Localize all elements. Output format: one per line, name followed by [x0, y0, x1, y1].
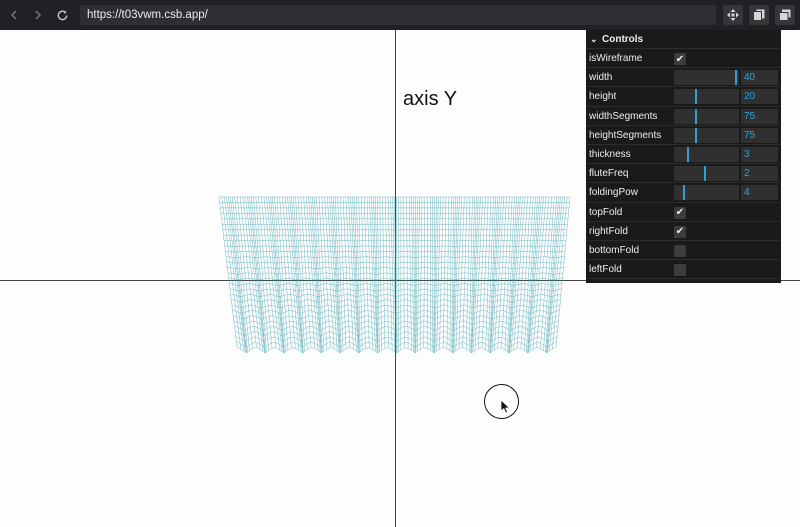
control-label: widthSegments: [589, 110, 658, 122]
slider-handle[interactable]: [694, 108, 697, 124]
open-in-new-window-button[interactable]: [749, 5, 769, 25]
fluteFreq-value-input[interactable]: 2: [741, 166, 778, 182]
widthSegments-value-input[interactable]: 75: [741, 108, 778, 124]
topFold-checkbox[interactable]: ✔: [674, 206, 686, 219]
width-slider[interactable]: [674, 70, 739, 86]
checkmark-icon: ✔: [675, 207, 685, 218]
control-row-thickness: thickness 3: [586, 145, 781, 165]
rightFold-checkbox[interactable]: ✔: [674, 225, 686, 238]
foldingPow-value-input[interactable]: 4: [741, 185, 778, 201]
width-value-input[interactable]: 40: [741, 70, 778, 86]
widthSegments-slider[interactable]: [674, 108, 739, 124]
control-row-width: width 40: [586, 68, 781, 88]
control-label: width: [589, 72, 613, 84]
slider-handle[interactable]: [694, 127, 697, 143]
reload-icon: [57, 9, 67, 20]
height-value-input[interactable]: 20: [741, 89, 778, 105]
bottomFold-checkbox[interactable]: [674, 244, 686, 257]
slider-handle[interactable]: [683, 185, 686, 201]
windows-button[interactable]: [775, 5, 795, 25]
chevron-right-icon: [35, 10, 42, 20]
control-row-rightFold: rightFold ✔: [586, 222, 781, 241]
control-row-widthSegments: widthSegments 75: [586, 107, 781, 126]
mesh-wireframe: [218, 196, 571, 354]
control-label: heightSegments: [589, 129, 662, 141]
slider-handle[interactable]: [704, 166, 707, 182]
control-label: height: [589, 91, 617, 103]
control-label: topFold: [589, 206, 623, 218]
foldingPow-slider[interactable]: [674, 185, 739, 201]
reload-button[interactable]: [52, 5, 72, 25]
control-row-heightSegments: heightSegments 75: [586, 126, 781, 145]
back-button[interactable]: [4, 5, 24, 25]
control-label: foldingPow: [589, 187, 638, 199]
control-row-topFold: topFold ✔: [586, 203, 781, 222]
move-icon: [727, 9, 739, 21]
slider-handle[interactable]: [686, 146, 689, 162]
heightSegments-value-input[interactable]: 75: [741, 127, 778, 143]
slider-handle[interactable]: [694, 89, 697, 105]
control-row-fluteFreq: fluteFreq 2: [586, 164, 781, 184]
control-label: fluteFreq: [589, 168, 629, 180]
leftFold-checkbox[interactable]: [674, 264, 686, 277]
control-row-isWireframe: isWireframe ✔: [586, 49, 781, 69]
thickness-value-input[interactable]: 3: [741, 146, 778, 162]
controls-rows: isWireframe ✔ width 40 height 20 widthSegments…: [586, 49, 781, 280]
controls-title[interactable]: ⌄ Controls: [586, 30, 781, 49]
height-slider[interactable]: [674, 89, 739, 105]
chevron-left-icon: [10, 10, 17, 20]
heightSegments-slider[interactable]: [674, 127, 739, 143]
control-label: rightFold: [589, 225, 628, 237]
control-row-leftFold: leftFold: [586, 260, 781, 280]
slider-handle[interactable]: [735, 70, 738, 86]
control-label: isWireframe: [589, 53, 643, 64]
mouse-pointer-icon: [500, 399, 511, 414]
thickness-slider[interactable]: [674, 146, 739, 162]
browser-toolbar: https://t03vwm.csb.app/: [0, 0, 800, 30]
url-bar[interactable]: https://t03vwm.csb.app/: [80, 5, 716, 25]
codesandbox-button[interactable]: [723, 5, 743, 25]
checkmark-icon: ✔: [675, 53, 685, 65]
control-row-height: height 20: [586, 87, 781, 107]
isWireframe-checkbox[interactable]: ✔: [674, 53, 686, 65]
checkmark-icon: ✔: [675, 226, 685, 238]
control-label: thickness: [589, 148, 631, 160]
control-row-foldingPow: foldingPow 4: [586, 183, 781, 203]
chevron-down-icon: ⌄: [590, 34, 598, 44]
controls-title-label: Controls: [602, 34, 644, 45]
forward-button[interactable]: [28, 5, 48, 25]
control-label: bottomFold: [589, 244, 640, 256]
copy-icon: [753, 9, 765, 21]
control-label: leftFold: [589, 264, 622, 276]
windows-icon: [779, 9, 791, 21]
controls-panel: ⌄ Controls isWireframe ✔ width 40 height 20 wi…: [586, 30, 781, 283]
fluteFreq-slider[interactable]: [674, 166, 739, 182]
control-row-bottomFold: bottomFold: [586, 241, 781, 261]
